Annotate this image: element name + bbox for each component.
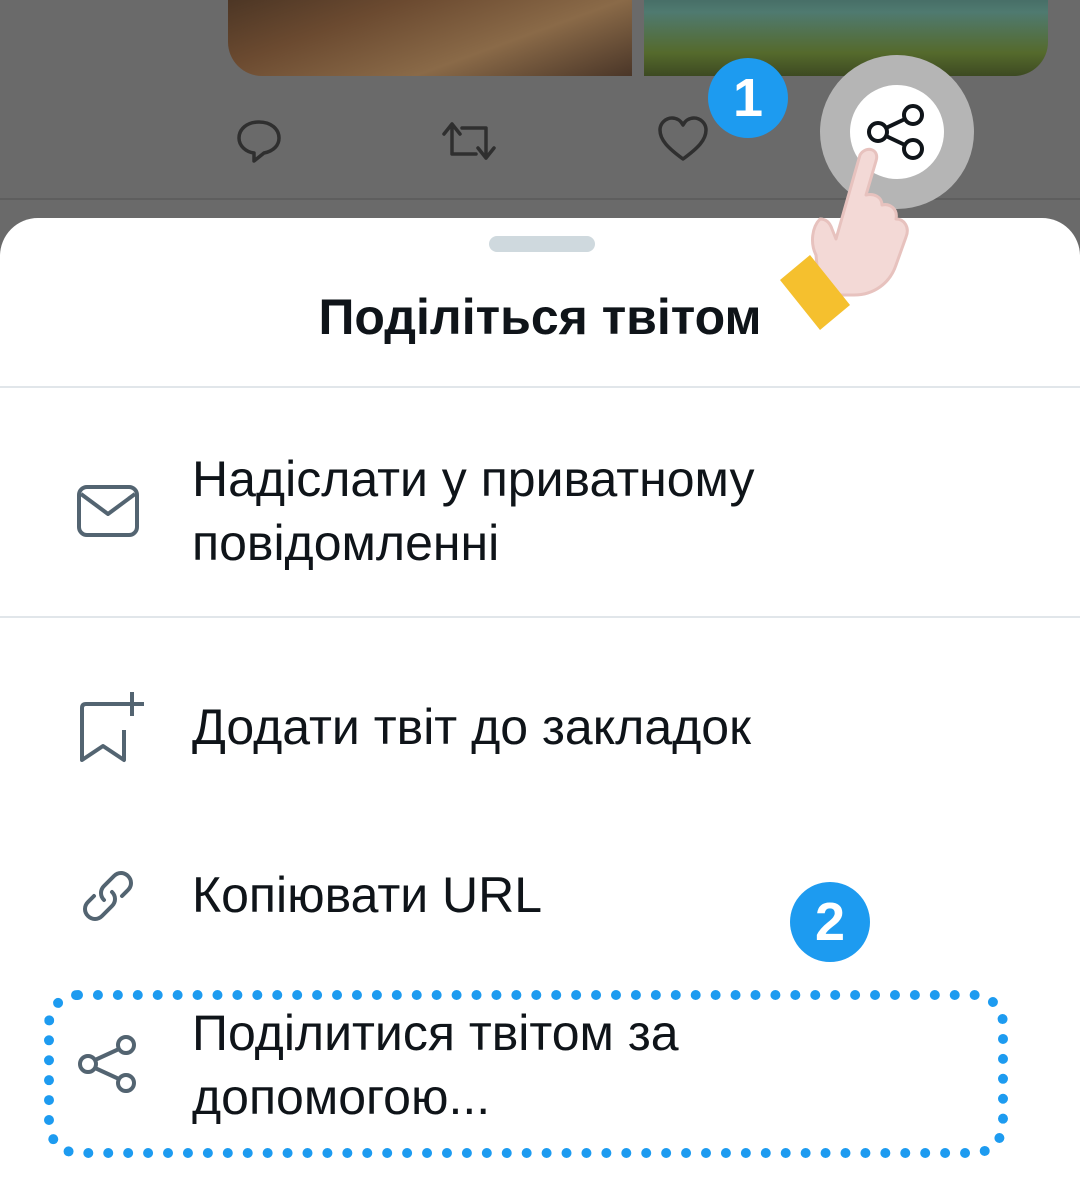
- menu-label: Копіювати URL: [192, 867, 543, 923]
- bookmark-add-icon: [80, 692, 144, 762]
- sheet-drag-handle[interactable]: [489, 236, 595, 252]
- reply-icon[interactable]: [234, 116, 284, 166]
- step-badge-1: 1: [708, 58, 788, 138]
- menu-item-bookmark[interactable]: Додати твіт до закладок: [0, 690, 1080, 780]
- tweet-photo-left: [228, 0, 632, 76]
- tweet-photo-right: [644, 0, 1048, 76]
- pointing-hand-icon: [780, 147, 909, 330]
- menu-label-line1: Надіслати у приватному: [192, 451, 755, 507]
- retweet-icon[interactable]: [440, 116, 498, 166]
- menu-label-line2: повідомленні: [192, 515, 500, 571]
- menu-item-copy-url[interactable]: Копіювати URL: [0, 862, 1080, 942]
- menu-label: Додати твіт до закладок: [192, 699, 751, 755]
- share-via-highlight: [44, 990, 1008, 1158]
- link-icon: [83, 871, 133, 921]
- menu-item-send-dm[interactable]: Надіслати у приватному повідомленні: [0, 440, 1080, 590]
- envelope-icon: [77, 485, 139, 537]
- dm-separator: [0, 616, 1080, 618]
- title-separator: [0, 386, 1080, 388]
- like-icon[interactable]: [656, 114, 710, 164]
- step-badge-2: 2: [790, 882, 870, 962]
